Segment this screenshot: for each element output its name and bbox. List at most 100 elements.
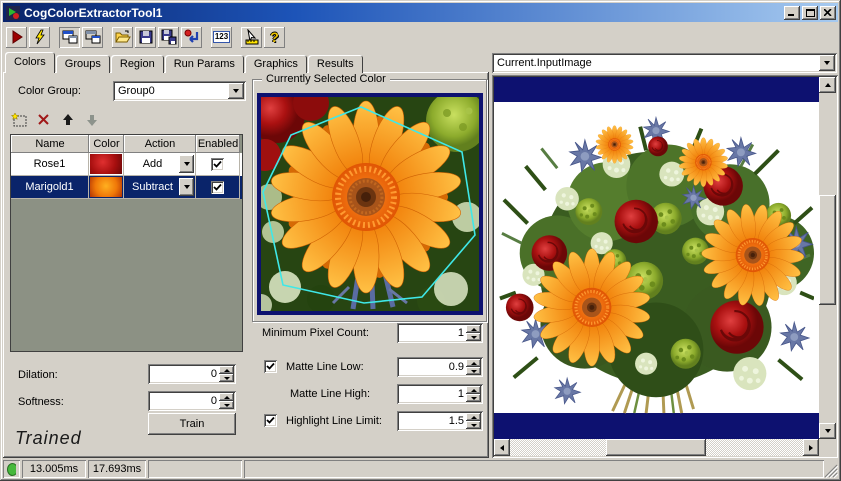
spin-down-button[interactable]	[466, 333, 481, 341]
cell-action[interactable]: Subtract	[124, 176, 196, 199]
cell-name[interactable]: Rose1	[11, 153, 89, 176]
spin-up-button[interactable]	[466, 413, 481, 421]
image-selector-drop-button[interactable]	[819, 55, 835, 71]
horizontal-scrollbar[interactable]	[494, 439, 819, 456]
reset-button[interactable]	[181, 27, 202, 48]
cell-name[interactable]: Marigold1	[11, 176, 89, 199]
cell-enabled[interactable]	[196, 176, 240, 199]
tab-strip: Colors Groups Region Run Params Graphics…	[5, 52, 364, 73]
table-row-rose1[interactable]: Rose1 Add	[11, 153, 242, 176]
tab-graphics[interactable]: Graphics	[245, 55, 307, 73]
spin-up-button[interactable]	[466, 386, 481, 394]
matte-line-low-checkbox[interactable]	[264, 360, 277, 373]
scroll-left-button[interactable]	[494, 439, 510, 456]
image-display-panel	[492, 75, 838, 458]
softness-spinner[interactable]: 0	[148, 391, 236, 411]
matte-line-low-spinner[interactable]: 0.9	[397, 357, 483, 377]
spin-down-button[interactable]	[466, 394, 481, 402]
action-drop-button[interactable]	[179, 155, 194, 173]
tab-results[interactable]: Results	[308, 55, 363, 73]
scroll-right-button[interactable]	[803, 439, 819, 456]
question-mark-icon: ?	[270, 30, 279, 44]
floppy-save-icon	[138, 29, 154, 45]
vertical-scrollbar[interactable]	[819, 77, 836, 439]
header-color[interactable]: Color	[89, 135, 124, 153]
tab-groups[interactable]: Groups	[56, 55, 110, 73]
spin-up-icon	[224, 369, 230, 372]
delete-x-icon	[38, 114, 50, 129]
highlight-line-limit-label: Highlight Line Limit:	[286, 415, 382, 427]
cell-action[interactable]: Add	[124, 153, 196, 176]
selected-color-groupbox: Currently Selected Color	[252, 79, 487, 322]
spin-down-button[interactable]	[466, 367, 481, 375]
rulers-button[interactable]	[241, 27, 262, 48]
header-name[interactable]: Name	[11, 135, 89, 153]
close-button[interactable]	[820, 6, 836, 20]
spin-up-icon	[471, 362, 477, 365]
open-file-button[interactable]	[112, 27, 133, 48]
tab-region[interactable]: Region	[111, 55, 164, 73]
move-up-button[interactable]	[56, 111, 80, 131]
image-display-toggle-button[interactable]	[59, 27, 80, 48]
enabled-checkbox[interactable]	[211, 181, 224, 194]
title-bar[interactable]: CogColorExtractorTool1	[3, 3, 838, 22]
highlight-line-limit-spinner[interactable]: 1.5	[397, 411, 483, 431]
maximize-button[interactable]	[802, 6, 818, 20]
input-image-canvas[interactable]	[494, 77, 819, 439]
header-enabled[interactable]: Enabled	[196, 135, 240, 153]
color-group-drop-button[interactable]	[228, 83, 244, 99]
table-row-marigold1[interactable]: Marigold1 Subtract	[11, 176, 242, 199]
delete-color-button[interactable]	[32, 111, 56, 131]
cell-enabled[interactable]	[196, 153, 240, 176]
run-button[interactable]	[6, 27, 27, 48]
action-value: Add	[143, 158, 163, 170]
spin-up-button[interactable]	[219, 393, 234, 401]
lightning-icon	[32, 29, 48, 45]
floating-window-icon	[85, 29, 101, 45]
save-button[interactable]	[135, 27, 156, 48]
horizontal-scroll-thumb[interactable]	[606, 439, 706, 456]
show-results-button[interactable]: 123	[211, 27, 232, 48]
run-status-led-panel	[3, 460, 20, 478]
softness-label: Softness:	[18, 396, 64, 408]
dilation-spinner[interactable]: 0	[148, 364, 236, 384]
scroll-down-button[interactable]	[819, 423, 836, 439]
cell-color[interactable]	[89, 176, 124, 199]
color-group-combobox[interactable]: Group0	[113, 81, 246, 101]
header-action[interactable]: Action	[124, 135, 196, 153]
selected-color-image[interactable]	[257, 93, 483, 315]
floating-window-button[interactable]	[82, 27, 103, 48]
move-down-button[interactable]	[80, 111, 104, 131]
train-button[interactable]: Train	[148, 413, 236, 435]
spin-down-button[interactable]	[219, 374, 234, 382]
chevron-down-icon	[824, 61, 830, 65]
resize-grip[interactable]	[824, 464, 838, 478]
status-bar: 13.005ms 17.693ms	[3, 460, 838, 478]
electric-run-button[interactable]	[29, 27, 50, 48]
help-button[interactable]: ?	[264, 27, 285, 48]
tab-colors[interactable]: Colors	[5, 52, 55, 73]
action-drop-button[interactable]	[179, 178, 194, 196]
new-color-button[interactable]	[8, 111, 32, 131]
image-selector-combobox[interactable]: Current.InputImage	[492, 53, 837, 73]
ruler-pointer-icon	[244, 29, 260, 45]
cell-color[interactable]	[89, 153, 124, 176]
new-item-icon	[11, 112, 29, 131]
save-as-icon	[161, 29, 177, 45]
highlight-line-limit-checkbox[interactable]	[264, 414, 277, 427]
tab-run-params[interactable]: Run Params	[165, 55, 244, 73]
scroll-up-button[interactable]	[819, 77, 836, 93]
spin-down-button[interactable]	[219, 401, 234, 409]
spin-down-button[interactable]	[466, 421, 481, 429]
spin-up-button[interactable]	[219, 366, 234, 374]
spin-up-button[interactable]	[466, 325, 481, 333]
spin-down-icon	[471, 336, 477, 339]
minimize-button[interactable]	[784, 6, 800, 20]
spin-up-button[interactable]	[466, 359, 481, 367]
save-as-button[interactable]	[158, 27, 179, 48]
matte-line-high-spinner[interactable]: 1	[397, 384, 483, 404]
minimum-pixel-count-spinner[interactable]: 1	[397, 323, 483, 343]
minimum-pixel-count-label: Minimum Pixel Count:	[262, 327, 369, 339]
enabled-checkbox[interactable]	[211, 158, 224, 171]
vertical-scroll-thumb[interactable]	[819, 195, 836, 305]
